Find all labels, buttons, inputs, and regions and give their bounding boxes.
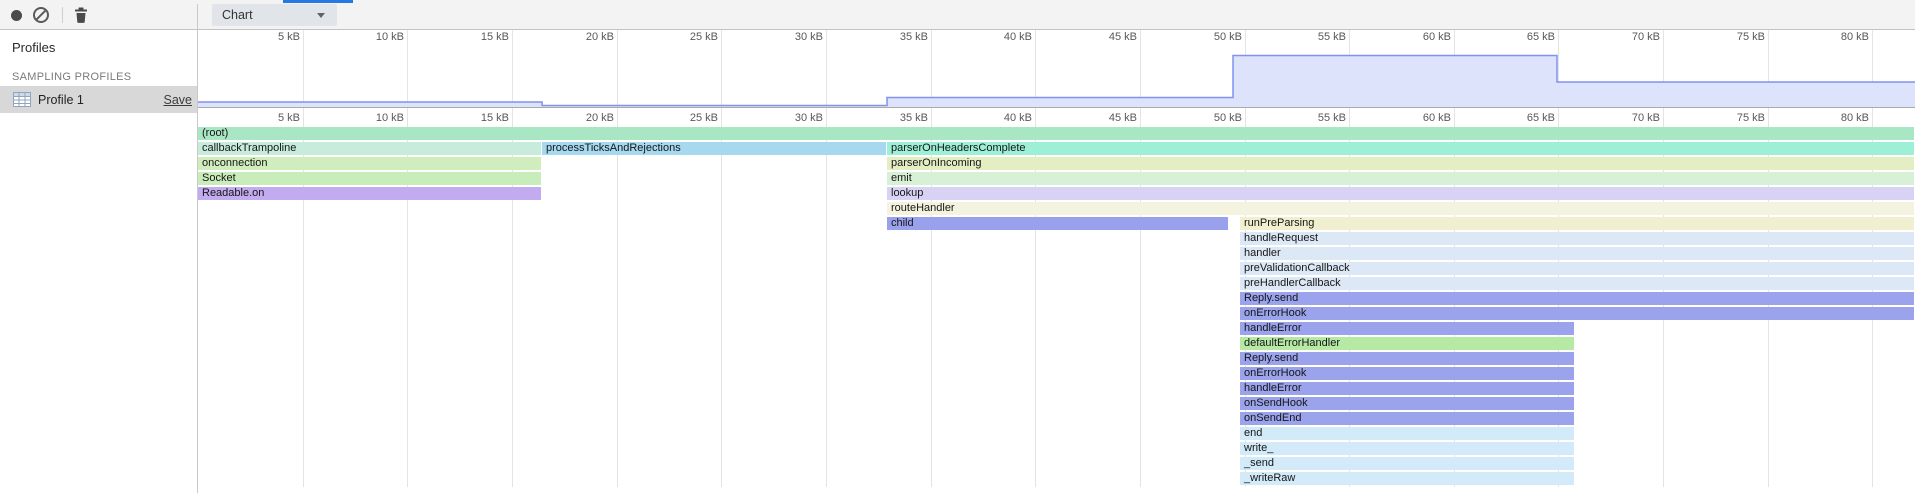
tick-label: 35 kB <box>864 31 928 43</box>
profile-grid-icon <box>13 92 31 107</box>
tick-label: 55 kB <box>1282 31 1346 43</box>
flame-bar[interactable]: parserOnIncoming <box>887 157 1914 170</box>
sidebar-divider[interactable] <box>197 4 198 493</box>
flame-bar[interactable]: callbackTrampoline <box>198 142 541 155</box>
flame-bar[interactable]: end <box>1240 427 1574 440</box>
record-icon <box>11 10 22 21</box>
tick-label: 70 kB <box>1596 31 1660 43</box>
tick-label: 10 kB <box>340 112 404 124</box>
view-mode-dropdown[interactable]: Chart <box>212 4 337 26</box>
record-button[interactable] <box>5 0 27 30</box>
tick-label: 15 kB <box>445 31 509 43</box>
flame-bar[interactable]: defaultErrorHandler <box>1240 337 1574 350</box>
tick-label: 60 kB <box>1387 112 1451 124</box>
tick-label: 65 kB <box>1491 112 1555 124</box>
flame-bar[interactable]: preHandlerCallback <box>1240 277 1914 290</box>
profiler-toolbar: Chart <box>0 0 1915 30</box>
tick-label: 75 kB <box>1701 112 1765 124</box>
profile-list-item[interactable]: Profile 1 Save <box>0 86 198 113</box>
flame-bar[interactable]: _send <box>1240 457 1574 470</box>
view-mode-selected: Chart <box>212 8 253 22</box>
flame-bar[interactable]: Reply.send <box>1240 352 1574 365</box>
sampling-profiles-header: SAMPLING PROFILES <box>12 71 131 83</box>
flame-bar[interactable]: Readable.on <box>198 187 541 200</box>
tick-label: 65 kB <box>1491 31 1555 43</box>
trash-icon <box>74 7 88 23</box>
flame-bar[interactable]: preValidationCallback <box>1240 262 1914 275</box>
flame-bar[interactable]: (root) <box>198 127 1914 140</box>
tick-label: 35 kB <box>864 112 928 124</box>
overview-ruler: 5 kB 10 kB 15 kB 20 kB 25 kB 30 kB 35 kB 40 kB 4… <box>198 30 1915 45</box>
toolbar-separator <box>62 7 63 23</box>
flame-bar[interactable]: handleError <box>1240 382 1574 395</box>
tick-label: 30 kB <box>759 112 823 124</box>
delete-profile-button[interactable] <box>70 0 92 30</box>
flame-bar[interactable]: child <box>887 217 1228 230</box>
flame-bar[interactable]: onSendEnd <box>1240 412 1574 425</box>
tick-label: 20 kB <box>550 31 614 43</box>
tick-label: 5 kB <box>236 112 300 124</box>
memory-overview-graph[interactable] <box>198 45 1915 108</box>
save-profile-link[interactable]: Save <box>164 93 193 107</box>
profiles-sidebar: Profiles SAMPLING PROFILES Profile 1 Sav… <box>0 30 198 493</box>
tick-label: 15 kB <box>445 112 509 124</box>
flame-bar[interactable]: Reply.send <box>1240 292 1914 305</box>
detail-ruler: 5 kB 10 kB 15 kB 20 kB 25 kB 30 kB 35 kB 40 kB 4… <box>198 108 1915 127</box>
tick-label: 50 kB <box>1178 112 1242 124</box>
chevron-down-icon <box>317 13 325 18</box>
sidebar-title: Profiles <box>12 40 55 55</box>
flame-graph: (root) callbackTrampolineprocessTicksAndR… <box>198 127 1915 487</box>
flame-bar[interactable]: handler <box>1240 247 1914 260</box>
tick-label: 60 kB <box>1387 31 1451 43</box>
tick-label: 25 kB <box>654 31 718 43</box>
tick-label: 25 kB <box>654 112 718 124</box>
flame-bar[interactable]: onconnection <box>198 157 541 170</box>
flame-chart-area[interactable]: 5 kB 10 kB 15 kB 20 kB 25 kB 30 kB 35 kB 40 kB 4… <box>198 30 1915 493</box>
flame-bar[interactable]: onErrorHook <box>1240 307 1914 320</box>
flame-bar[interactable]: handleError <box>1240 322 1574 335</box>
flame-bar[interactable]: onErrorHook <box>1240 367 1574 380</box>
clear-icon <box>33 7 49 23</box>
tick-label: 30 kB <box>759 31 823 43</box>
flame-bar[interactable]: Socket <box>198 172 541 185</box>
tick-label: 50 kB <box>1178 31 1242 43</box>
tick-label: 75 kB <box>1701 31 1765 43</box>
flame-bar[interactable]: emit <box>887 172 1914 185</box>
tick-label: 20 kB <box>550 112 614 124</box>
flame-bar[interactable]: routeHandler <box>887 202 1914 215</box>
tick-label: 40 kB <box>968 112 1032 124</box>
flame-bar[interactable]: runPreParsing <box>1240 217 1914 230</box>
tick-label: 40 kB <box>968 31 1032 43</box>
clear-button[interactable] <box>30 0 52 30</box>
flame-bar[interactable]: onSendHook <box>1240 397 1574 410</box>
flame-bar[interactable]: parserOnHeadersComplete <box>887 142 1914 155</box>
flame-bar[interactable]: write_ <box>1240 442 1574 455</box>
flame-bar[interactable]: handleRequest <box>1240 232 1914 245</box>
tick-label: 55 kB <box>1282 112 1346 124</box>
active-tab-indicator <box>283 0 353 3</box>
tick-label: 10 kB <box>340 31 404 43</box>
tick-label: 45 kB <box>1073 112 1137 124</box>
devtools-profiler-panel: Chart Profiles SAMPLING PROFILES Profile… <box>0 0 1915 493</box>
tick-label: 45 kB <box>1073 31 1137 43</box>
profile-name: Profile 1 <box>38 93 84 107</box>
tick-label: 80 kB <box>1805 112 1869 124</box>
flame-bar[interactable]: _writeRaw <box>1240 472 1574 485</box>
tick-label: 70 kB <box>1596 112 1660 124</box>
flame-bar[interactable]: processTicksAndRejections <box>542 142 886 155</box>
tick-label: 80 kB <box>1805 31 1869 43</box>
tick-label: 5 kB <box>236 31 300 43</box>
flame-bar[interactable]: lookup <box>887 187 1914 200</box>
